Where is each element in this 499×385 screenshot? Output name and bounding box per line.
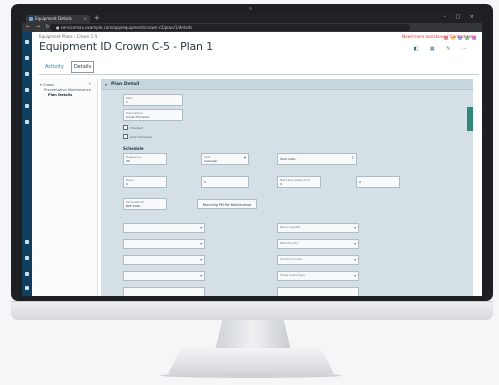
field-label: Contract Code xyxy=(280,257,302,261)
monitor-scene: Equipment Details × + – □ × ← → ↻ ⌂ ● se… xyxy=(0,0,499,385)
checked-checkbox[interactable] xyxy=(123,125,128,130)
field-value: 0 xyxy=(280,182,282,186)
field-label: Task Priority xyxy=(280,241,299,245)
record-tree: × ▾ Crown Preventative Maintenance Plan … xyxy=(34,79,98,296)
field-value: 0 xyxy=(126,182,128,186)
chat-icon[interactable] xyxy=(25,240,29,244)
chevron-down-icon: ▾ xyxy=(354,274,356,278)
help-icon[interactable] xyxy=(25,256,29,260)
tab-details[interactable]: Details xyxy=(71,61,94,73)
field-label: Trade Class Type xyxy=(280,273,305,277)
chevron-down-icon: ▾ xyxy=(354,258,356,262)
tab-divider xyxy=(39,74,479,75)
section-title: Schedule xyxy=(123,146,144,151)
field-value: Calendar xyxy=(204,159,218,163)
application: Equipment Plans › Crown C-5 Need more as… xyxy=(22,32,482,296)
browser-toolbar: ← → ↻ ⌂ ● servicemax.example.com/app/equ… xyxy=(22,23,482,40)
chevron-down-icon: ▾ xyxy=(200,226,202,230)
webcam xyxy=(249,7,252,10)
dropdown-left-2[interactable]: ▾ xyxy=(123,239,205,249)
monitor-shadow xyxy=(160,373,342,378)
notification-icon[interactable] xyxy=(25,272,29,276)
dropdown-left-3[interactable]: ▾ xyxy=(123,255,205,265)
field-value: BPF-2040 xyxy=(126,204,141,208)
browser-tab-strip: Equipment Details × + – □ × xyxy=(22,13,482,23)
recurring-pm-button[interactable]: Recurring PM Per Maintenance xyxy=(197,199,257,209)
panel-title: Plan Detail xyxy=(111,82,140,87)
dropdown-right-1[interactable]: Recurring PM ▾ xyxy=(277,223,359,233)
checkbox-label: Auto Schedule xyxy=(130,135,152,139)
tree-item-selected[interactable]: Plan Details xyxy=(48,93,72,97)
dropdown-right-2[interactable]: Task Priority ▾ xyxy=(277,239,359,249)
chevron-down-icon: ▾ xyxy=(354,226,356,230)
favicon-icon xyxy=(29,17,33,21)
dropdown-left-5[interactable] xyxy=(123,287,205,296)
template-field[interactable]: Template ID BPF-2040 xyxy=(123,198,167,210)
hours-field[interactable]: 0 xyxy=(201,176,249,188)
close-icon[interactable]: × xyxy=(88,81,91,86)
report-icon[interactable] xyxy=(25,120,29,124)
tree-item[interactable]: Preventative Maintenance xyxy=(44,88,91,92)
dropdown-left-4[interactable]: ▾ xyxy=(123,271,205,281)
panel-header[interactable]: ▾ Plan Detail xyxy=(101,79,473,90)
breadcrumb[interactable]: Equipment Plans › Crown C-5 xyxy=(39,34,97,39)
field-value: Start Date xyxy=(280,157,296,161)
frequency-field[interactable]: Frequency 90 xyxy=(123,153,167,165)
field-value: Crown Pinnacle xyxy=(126,115,149,119)
tab-activity[interactable]: Activity xyxy=(45,64,64,70)
settings-icon[interactable] xyxy=(25,88,29,92)
new-tab-button[interactable]: + xyxy=(94,14,100,22)
field-value: 0 xyxy=(204,180,206,184)
browser-tab-title: Equipment Details xyxy=(35,16,72,21)
next-value-field[interactable]: 0 xyxy=(356,176,400,188)
help-link[interactable]: Need more assistance? Contact Help xyxy=(402,34,476,39)
screen: Equipment Details × + – □ × ← → ↻ ⌂ ● se… xyxy=(22,13,482,296)
close-tab-icon[interactable]: × xyxy=(84,16,87,21)
chevron-down-icon: ▾ xyxy=(200,274,202,278)
description-field[interactable]: Description Crown Pinnacle xyxy=(123,109,183,121)
window-controls[interactable]: – □ × xyxy=(443,14,478,20)
home-icon[interactable] xyxy=(25,40,29,44)
days-field[interactable]: Days 0 xyxy=(123,176,167,188)
monitor-stand-neck xyxy=(215,320,291,350)
side-drawer-tab[interactable] xyxy=(467,107,473,131)
search-icon[interactable]: ⌕ xyxy=(351,155,354,161)
dropdown-left-1[interactable]: ▾ xyxy=(123,223,205,233)
address-bar[interactable]: ● servicemax.example.com/app/equipment/c… xyxy=(50,24,410,31)
dropdown-right-3[interactable]: Contract Code ▾ xyxy=(277,255,359,265)
next-due-field[interactable]: Next Due Date (Km) 0 xyxy=(277,176,321,188)
monitor-stand-base xyxy=(168,348,334,374)
url-text: ● servicemax.example.com/app/equipment/c… xyxy=(56,25,193,30)
auto-schedule-checkbox[interactable] xyxy=(123,134,128,139)
unit-dropdown[interactable]: Unit Calendar ▾ xyxy=(201,153,249,165)
dropdown-right-5[interactable] xyxy=(277,287,359,296)
field-value: 1 xyxy=(126,100,128,104)
page-title: Equipment ID Crown C-5 - Plan 1 xyxy=(39,40,213,53)
search-icon[interactable] xyxy=(25,56,29,60)
left-nav-rail xyxy=(22,32,32,296)
grid-icon[interactable] xyxy=(25,72,29,76)
field-value: 90 xyxy=(126,159,130,163)
chevron-down-icon: ▾ xyxy=(354,242,356,246)
dropdown-right-4[interactable]: Trade Class Type ▾ xyxy=(277,271,359,281)
plan-field[interactable]: Plan 1 xyxy=(123,94,183,106)
chevron-down-icon: ▾ xyxy=(200,242,202,246)
start-date-field[interactable]: Start Date ⌕ xyxy=(277,153,357,165)
plan-detail-panel: ▾ Plan Detail Plan 1 Description Crown P… xyxy=(101,79,473,296)
chevron-down-icon: ▾ xyxy=(243,156,246,161)
field-label: Next Due Date (Km) xyxy=(280,178,311,182)
field-label: Recurring PM xyxy=(280,225,300,229)
collapse-icon[interactable]: ▾ xyxy=(105,82,107,87)
page-actions[interactable]: ◧ ▦ ✎ ⋯ xyxy=(414,46,472,52)
user-icon[interactable] xyxy=(25,286,29,290)
monitor-chin xyxy=(11,301,493,320)
calendar-icon[interactable] xyxy=(25,104,29,108)
chevron-down-icon: ▾ xyxy=(200,258,202,262)
field-value: 0 xyxy=(359,180,361,184)
checkbox-label: Checked xyxy=(130,126,143,130)
browser-tab[interactable]: Equipment Details × xyxy=(26,15,90,23)
tree-item[interactable]: ▾ Crown xyxy=(40,83,54,87)
